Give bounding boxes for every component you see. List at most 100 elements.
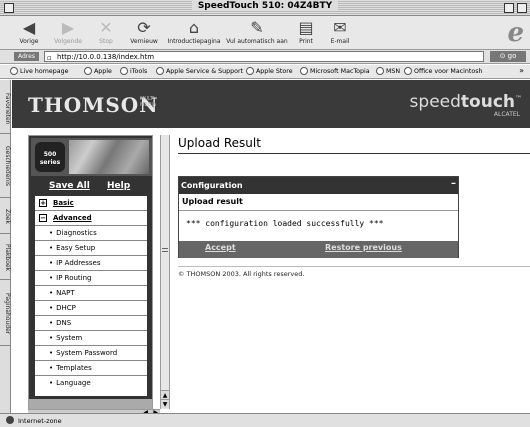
configuration-panel: Configuration – Upload result *** configu…: [178, 176, 459, 258]
panel-divider: [179, 210, 458, 211]
bullet-icon: •: [49, 319, 54, 327]
scroll-grip-icon[interactable]: [162, 248, 168, 252]
navigation-sidebar: 500 series Save All Help + Basic − Advanced…: [28, 135, 153, 409]
back-button[interactable]: ◀ Vorige: [14, 18, 44, 45]
favorite-link[interactable]: Microsoft MacTopia: [300, 67, 370, 75]
restore-previous-link[interactable]: Restore previous: [325, 243, 402, 252]
favorite-link[interactable]: Apple Service & Support: [156, 67, 243, 75]
speedtouch-logo: speedtouch™: [409, 92, 522, 112]
menu-item-napt[interactable]: • NAPT: [35, 286, 147, 301]
help-link[interactable]: Help: [107, 181, 130, 191]
bullet-icon: •: [49, 379, 54, 387]
save-all-link[interactable]: Save All: [49, 181, 90, 191]
people-photo-strip: [69, 140, 149, 174]
address-bar: Adres ▫ http://10.0.0.138/index.htm ⊙ go: [0, 50, 530, 64]
favorite-link[interactable]: Office voor Macintosh: [404, 67, 483, 75]
header-banner: THOMSON MULTI MEDIA speedtouch™ ALCATEL: [12, 80, 530, 128]
panel-subtitle: Upload result: [182, 197, 243, 206]
stop-button[interactable]: ✕ Stop: [94, 18, 118, 45]
menu-item-basic[interactable]: + Basic: [35, 196, 147, 211]
mail-button[interactable]: ✉ E-mail: [326, 18, 354, 45]
status-bar: Internet-zone: [0, 413, 530, 427]
bullet-icon: •: [49, 274, 54, 282]
menu-item-language[interactable]: • Language: [35, 376, 147, 391]
menu-item-templates[interactable]: • Templates: [35, 361, 147, 376]
copyright-text: © THOMSON 2003. All rights reserved.: [178, 270, 305, 278]
menu-item-dns[interactable]: • DNS: [35, 316, 147, 331]
browser-toolbar: ◀ Vorige ▶ Volgende ✕ Stop ⟳ Vernieuw ⌂ Intro…: [0, 16, 530, 50]
page-icon: ▫: [47, 54, 52, 62]
bullet-icon: •: [49, 364, 54, 372]
scroll-down-arrow-icon[interactable]: ▼: [161, 399, 169, 408]
menu-item-advanced[interactable]: − Advanced: [35, 211, 147, 226]
menu-item-dhcp[interactable]: • DHCP: [35, 301, 147, 316]
globe-icon: [10, 67, 18, 75]
go-button[interactable]: ⊙ go: [490, 51, 526, 62]
tab-geschiedenis[interactable]: Geschiedenis: [0, 136, 11, 198]
page-title: Upload Result: [178, 136, 261, 150]
menu-item-system-password[interactable]: • System Password: [35, 346, 147, 361]
expand-plus-icon[interactable]: +: [39, 199, 47, 207]
series-banner: 500 series: [31, 138, 152, 176]
window-titlebar[interactable]: SpeedTouch 510: 04Z4BTY: [0, 0, 530, 16]
status-text: Internet-zone: [18, 417, 62, 425]
menu-item-diagnostics[interactable]: • Diagnostics: [35, 226, 147, 241]
favorite-link[interactable]: Live homepage: [10, 67, 68, 75]
series-badge: 500 series: [35, 142, 65, 172]
globe-icon: [156, 67, 164, 75]
favorite-link[interactable]: Apple Store: [246, 67, 293, 75]
tab-plakboek[interactable]: Plakboek: [0, 236, 11, 280]
collapse-minus-icon[interactable]: −: [39, 214, 47, 222]
address-label: Adres: [14, 52, 39, 61]
explorer-side-tabs: Favorieten Geschiedenis Zoek Plakboek Pa…: [0, 80, 11, 413]
tab-zoek[interactable]: Zoek: [0, 200, 11, 234]
tab-favorieten[interactable]: Favorieten: [0, 84, 11, 134]
bullet-icon: •: [49, 244, 54, 252]
scroll-up-arrow-icon[interactable]: ▲: [161, 390, 169, 399]
favorite-link[interactable]: Apple: [84, 67, 112, 75]
bullet-icon: •: [49, 334, 54, 342]
forward-button[interactable]: ▶ Volgende: [50, 18, 86, 45]
menu-item-system[interactable]: • System: [35, 331, 147, 346]
favorite-link[interactable]: MSN: [376, 67, 400, 75]
result-message: *** configuration loaded successfully **…: [186, 219, 384, 228]
window-title: SpeedTouch 510: 04Z4BTY: [191, 1, 339, 11]
thomson-logo: THOMSON: [28, 93, 159, 117]
panel-header: Configuration –: [179, 177, 458, 194]
back-arrow-icon: ◀: [22, 18, 36, 37]
page-content: THOMSON MULTI MEDIA speedtouch™ ALCATEL …: [12, 80, 530, 413]
minimize-icon[interactable]: –: [451, 177, 456, 191]
globe-icon: [246, 67, 254, 75]
sidebar-footer: [29, 399, 152, 409]
bullet-icon: •: [49, 349, 54, 357]
forward-arrow-icon: ▶: [61, 18, 75, 37]
refresh-button[interactable]: ⟳ Vernieuw: [126, 18, 162, 45]
globe-icon: [404, 67, 412, 75]
more-chevron-icon[interactable]: »: [519, 66, 524, 75]
zoom-box-icon[interactable]: [504, 3, 514, 13]
collapse-box-icon[interactable]: [517, 3, 527, 13]
home-icon: ⌂: [188, 18, 200, 37]
favorites-bar: Live homepage Apple iTools Apple Service…: [0, 65, 530, 79]
refresh-icon: ⟳: [137, 18, 151, 37]
bullet-icon: •: [49, 304, 54, 312]
title-divider: [178, 153, 530, 154]
accept-link[interactable]: Accept: [205, 243, 236, 252]
ie-logo-icon: e: [507, 18, 524, 48]
frame-scrollbar[interactable]: ▲ ▼: [160, 135, 170, 409]
stop-x-icon: ✕: [99, 18, 113, 37]
menu-item-easy-setup[interactable]: • Easy Setup: [35, 241, 147, 256]
home-button[interactable]: ⌂ Introductiepagina: [166, 18, 222, 45]
print-button[interactable]: ▤ Print: [294, 18, 318, 45]
url-input[interactable]: ▫ http://10.0.0.138/index.htm: [44, 51, 484, 62]
menu-item-ip-addresses[interactable]: • IP Addresses: [35, 256, 147, 271]
tab-paginahouder[interactable]: Paginahouder: [0, 282, 11, 346]
favorite-link[interactable]: iTools: [120, 67, 147, 75]
menu-item-ip-routing[interactable]: • IP Routing: [35, 271, 147, 286]
autofill-icon: ✎: [250, 18, 264, 37]
sidebar-header: Save All Help: [31, 180, 152, 194]
bullet-icon: •: [49, 289, 54, 297]
autofill-button[interactable]: ✎ Vul automatisch aan: [226, 18, 288, 45]
multimedia-label: MULTI MEDIA: [140, 96, 157, 108]
panel-actions: Accept Restore previous: [179, 241, 458, 258]
